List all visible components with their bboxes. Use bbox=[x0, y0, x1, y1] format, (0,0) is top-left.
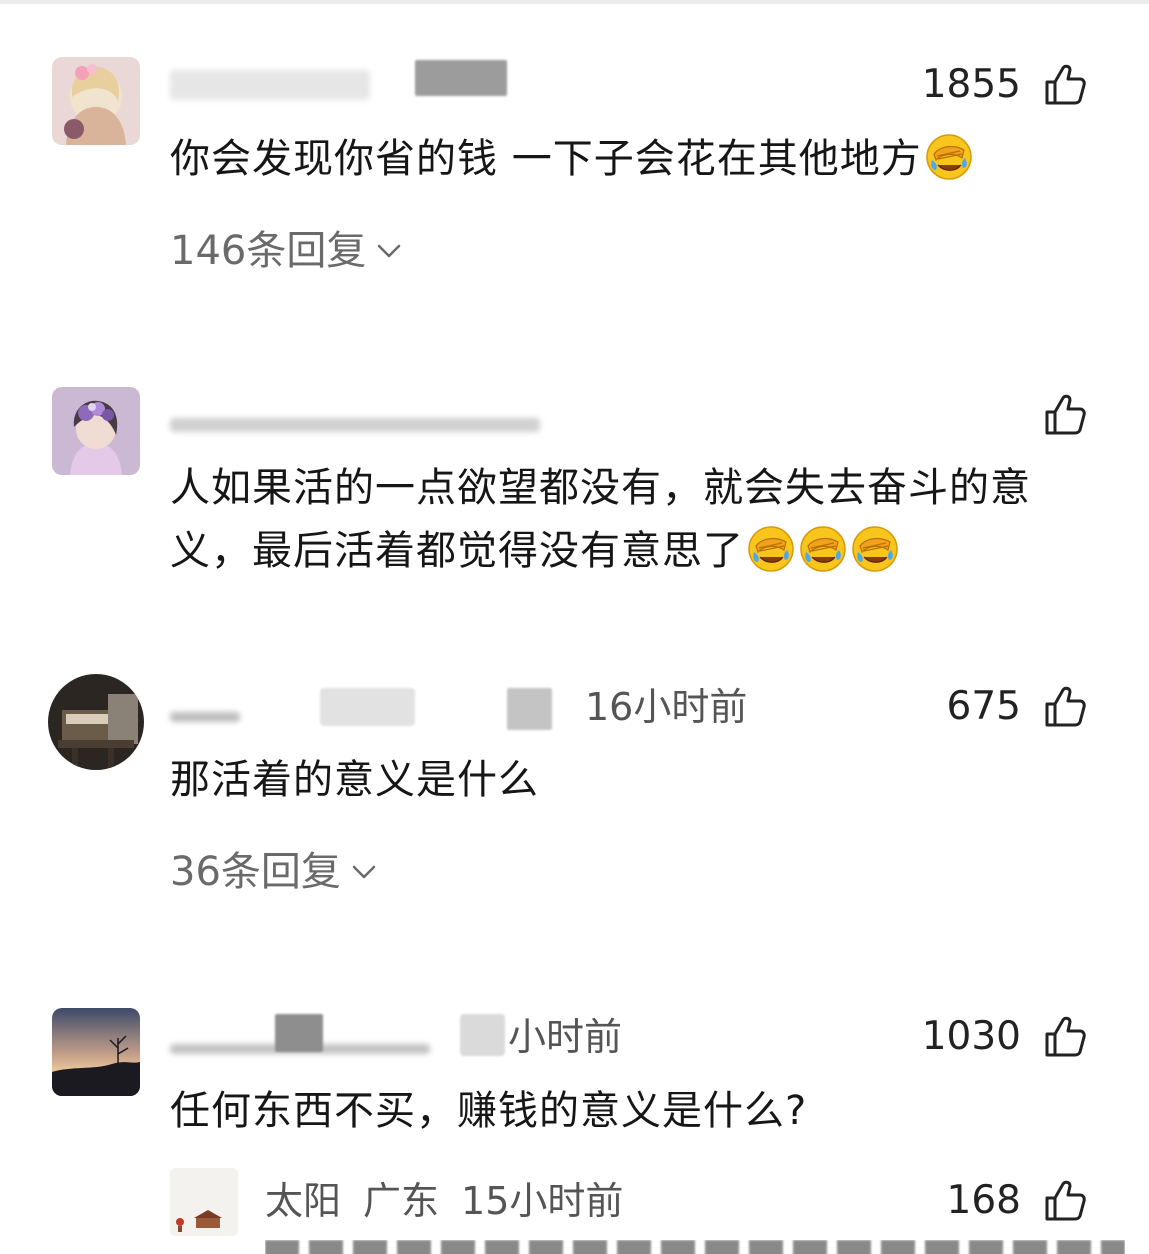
comment-text: 你会发现你省的钱 一下子会花在其他地方 bbox=[170, 128, 1120, 191]
face-palm-crying-emoji bbox=[798, 524, 848, 574]
like-button[interactable]: 675 bbox=[947, 682, 1087, 732]
comment-text-content: 义，最后活着都觉得没有意思了 bbox=[170, 528, 744, 574]
comment-text-line-2: 义，最后活着都觉得没有意思了 bbox=[170, 520, 1120, 583]
like-count: 1030 bbox=[921, 1014, 1021, 1059]
comment-text: 那活着的意义是什么 bbox=[170, 749, 1120, 812]
blurred-location bbox=[507, 688, 552, 730]
face-palm-crying-emoji bbox=[850, 524, 900, 574]
comment-meta: 1855 bbox=[170, 60, 1119, 110]
expand-replies-link[interactable]: 36条回复 bbox=[170, 847, 377, 897]
blurred-username bbox=[170, 418, 540, 432]
comment-text: 人如果活的一点欲望都没有，就会失去奋斗的意 义，最后活着都觉得没有意思了 bbox=[170, 457, 1120, 583]
thumbs-up-icon bbox=[1043, 63, 1087, 107]
like-button[interactable]: 1030 bbox=[922, 1012, 1087, 1062]
reply-like-row: 168 bbox=[170, 1176, 1119, 1226]
like-button[interactable]: 1855 bbox=[922, 60, 1087, 110]
comment-text-line: 人如果活的一点欲望都没有，就会失去奋斗的意 bbox=[170, 465, 1031, 511]
like-button[interactable] bbox=[1021, 390, 1087, 440]
blurred-location bbox=[415, 60, 507, 96]
blurred-username-part bbox=[275, 1014, 323, 1052]
like-button[interactable]: 168 bbox=[947, 1176, 1087, 1226]
replies-count: 146条回复 bbox=[170, 228, 367, 274]
comment-text-content: 你会发现你省的钱 一下子会花在其他地方 bbox=[170, 136, 922, 182]
avatar[interactable] bbox=[52, 57, 140, 145]
comment-time: 小时前 bbox=[508, 1015, 623, 1059]
like-count: 675 bbox=[946, 684, 1021, 729]
like-count: 168 bbox=[946, 1178, 1021, 1223]
blurred-username-part bbox=[320, 688, 415, 726]
reply-text-cut-off bbox=[265, 1240, 1125, 1254]
blurred-location bbox=[460, 1014, 505, 1056]
face-palm-crying-emoji bbox=[924, 132, 974, 182]
comment-meta: 小时前 1030 bbox=[170, 1012, 1119, 1062]
top-divider bbox=[0, 0, 1149, 4]
avatar[interactable] bbox=[52, 387, 140, 475]
thumbs-up-icon bbox=[1043, 1179, 1087, 1223]
thumbs-up-icon bbox=[1043, 685, 1087, 729]
thumbs-up-icon bbox=[1043, 393, 1087, 437]
chevron-down-icon bbox=[351, 863, 377, 881]
thumbs-up-icon bbox=[1043, 1015, 1087, 1059]
comment-meta bbox=[170, 390, 1119, 440]
avatar[interactable] bbox=[52, 1008, 140, 1096]
avatar[interactable] bbox=[48, 674, 144, 770]
comment-text: 任何东西不买，赚钱的意义是什么? bbox=[170, 1080, 1120, 1143]
face-palm-crying-emoji bbox=[746, 524, 796, 574]
chevron-down-icon bbox=[376, 242, 402, 260]
comment-text-content: 那活着的意义是什么 bbox=[170, 757, 539, 803]
comment-meta: 16小时前 675 bbox=[170, 682, 1119, 732]
like-count: 1855 bbox=[921, 62, 1021, 107]
replies-count: 36条回复 bbox=[170, 849, 341, 895]
comment-time: 16小时前 bbox=[585, 685, 748, 729]
expand-replies-link[interactable]: 146条回复 bbox=[170, 226, 402, 276]
blurred-username bbox=[170, 712, 240, 722]
comment-text-content: 任何东西不买，赚钱的意义是什么? bbox=[170, 1088, 808, 1134]
blurred-username bbox=[170, 70, 370, 100]
